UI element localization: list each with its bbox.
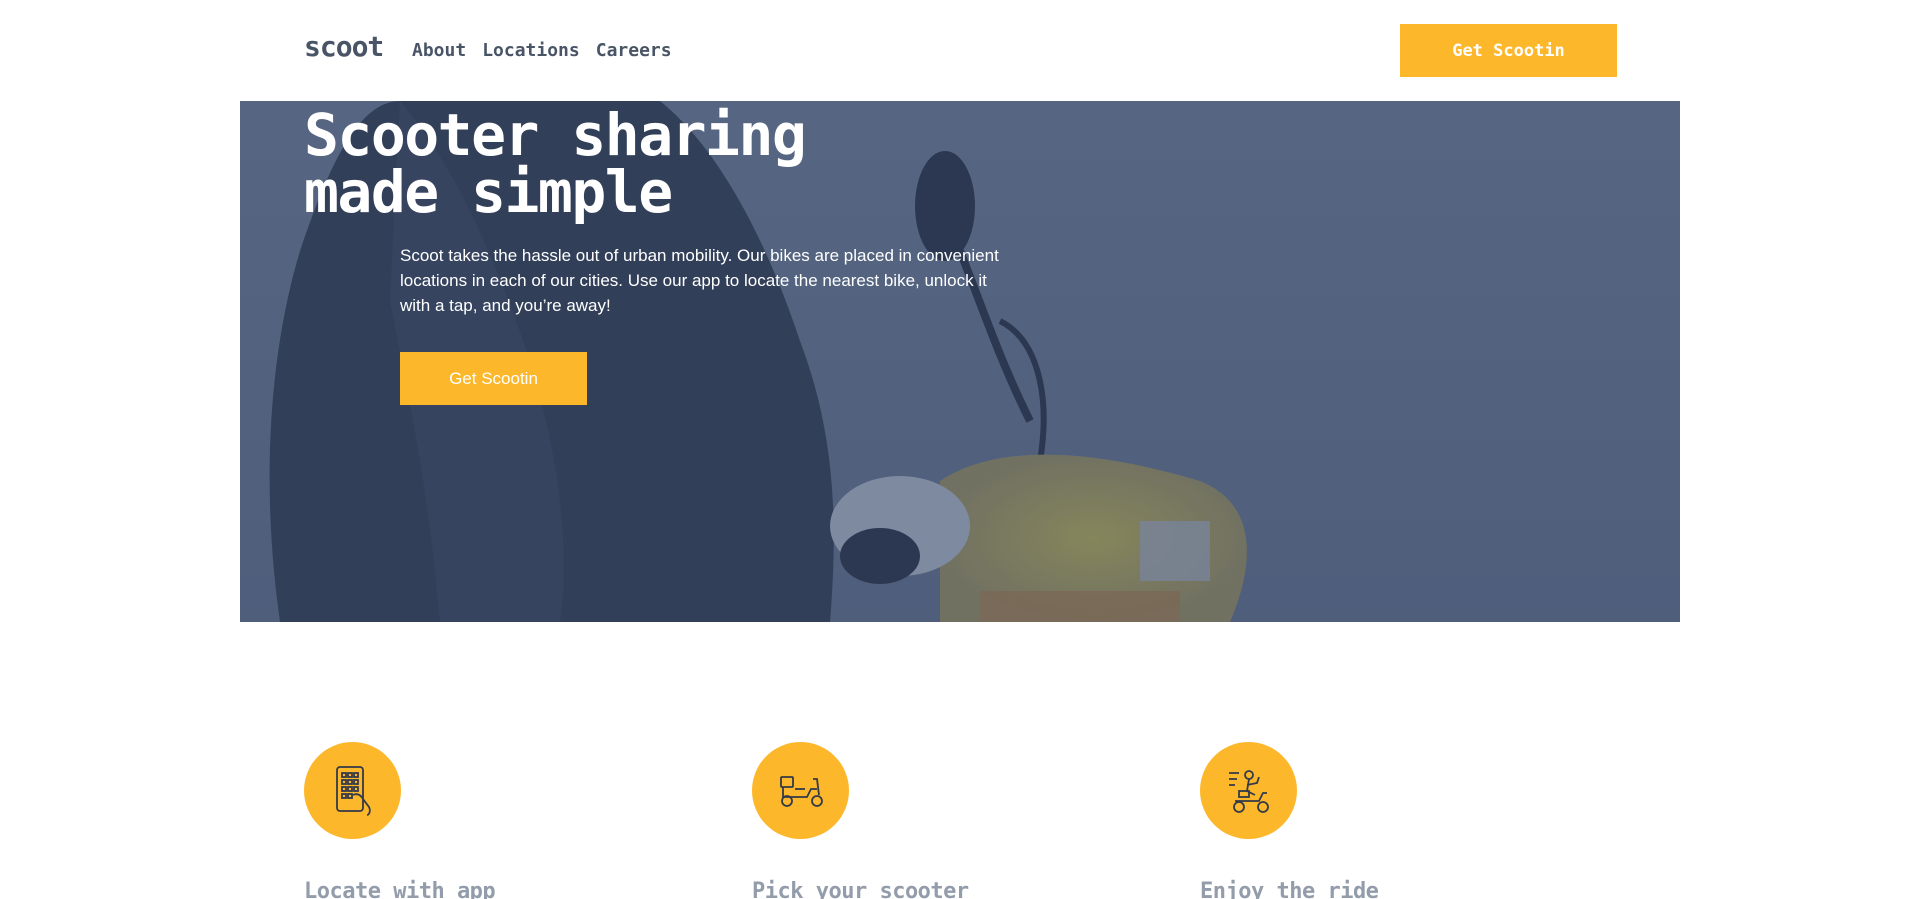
header-get-scootin-button[interactable]: Get Scootin (1400, 24, 1617, 77)
nav-item-careers[interactable]: Careers (596, 40, 672, 61)
feature-title: Locate with app (304, 879, 496, 899)
hero-description: Scoot takes the hassle out of urban mobi… (400, 246, 999, 315)
hero-title: Scooter sharing made simple (304, 106, 924, 221)
feature-title: Pick your scooter (752, 879, 969, 899)
nav-item-locations[interactable]: Locations (482, 40, 580, 61)
feature-locate: Locate with app (304, 742, 704, 899)
nav-item-about[interactable]: About (412, 40, 466, 61)
feature-enjoy: Enjoy the ride (1200, 742, 1600, 899)
site-header: scoot About Locations Careers Get Scooti… (0, 0, 1920, 101)
main-nav: About Locations Careers (412, 40, 688, 61)
feature-icon-circle (752, 742, 849, 839)
phone-app-icon (335, 765, 371, 816)
scooter-icon (779, 775, 823, 807)
feature-title: Enjoy the ride (1200, 879, 1379, 899)
hero-get-scootin-button[interactable]: Get Scootin (400, 352, 587, 405)
feature-icon-circle (1200, 742, 1297, 839)
scooter-ride-icon (1228, 769, 1269, 813)
hero-section: Scooter sharing made simple Scoot takes … (240, 101, 1680, 622)
scoot-logo[interactable]: scoot (304, 30, 384, 63)
feature-pick: Pick your scooter (752, 742, 1152, 899)
hero-title-line2: made simple (304, 158, 673, 226)
feature-icon-circle (304, 742, 401, 839)
